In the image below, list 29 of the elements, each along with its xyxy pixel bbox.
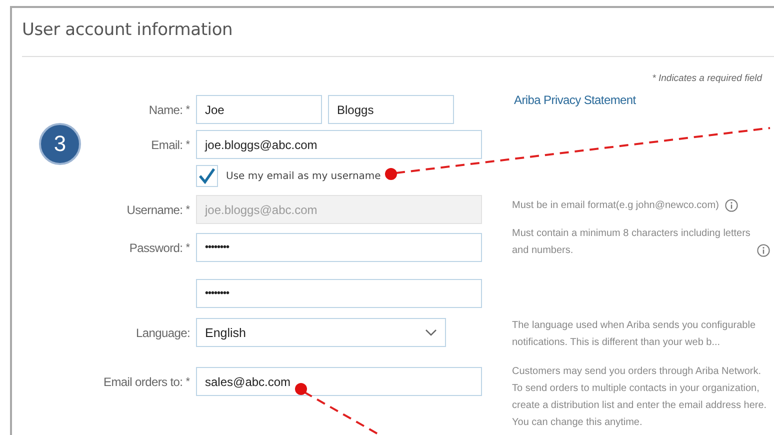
input-field[interactable]: Bloggs xyxy=(328,95,454,124)
help-text: Customers may send you orders through Ariba Network. To send orders to multiple contacts in your organization, create a distribution list and enter the email address here. You can change this anytime. xyxy=(512,365,768,430)
required-note: * Indicates a required field xyxy=(651,72,764,86)
required-mark: * xyxy=(186,376,190,388)
help-text: The language used when Ariba sends you configurable notifications. This is different than your web b... xyxy=(512,319,757,350)
field-label: Username: xyxy=(126,203,183,217)
page-title: User account information xyxy=(22,19,234,42)
field-label: Name: xyxy=(148,103,183,117)
info-icon[interactable] xyxy=(757,244,770,257)
checkbox-label: Use my email as my username xyxy=(226,170,381,182)
input-field[interactable]: Joe xyxy=(196,95,322,124)
field-label: Language: xyxy=(136,326,190,340)
language-dropdown[interactable]: English xyxy=(196,318,446,347)
input-field[interactable]: sales@abc.com xyxy=(196,367,482,396)
required-mark: * xyxy=(186,242,190,254)
field-label: Email: xyxy=(151,138,183,152)
password-field[interactable]: •••••••• xyxy=(196,233,482,262)
required-mark: * xyxy=(186,104,190,116)
password-field[interactable]: •••••••• xyxy=(196,279,482,308)
help-text: Must contain a minimum 8 characters including letters and numbers. xyxy=(512,227,751,258)
required-mark: * xyxy=(186,139,190,151)
field-label: Email orders to: xyxy=(103,375,183,389)
help-text: Must be in email format(e.g john@newco.com) xyxy=(512,199,719,213)
chevron-icon xyxy=(425,328,437,336)
input-field[interactable]: joe.bloggs@abc.com xyxy=(196,130,482,159)
privacy-link[interactable]: Ariba Privacy Statement xyxy=(490,93,774,107)
required-mark: * xyxy=(186,204,190,216)
checkbox[interactable] xyxy=(196,165,218,187)
field-label: Password: xyxy=(129,241,183,255)
